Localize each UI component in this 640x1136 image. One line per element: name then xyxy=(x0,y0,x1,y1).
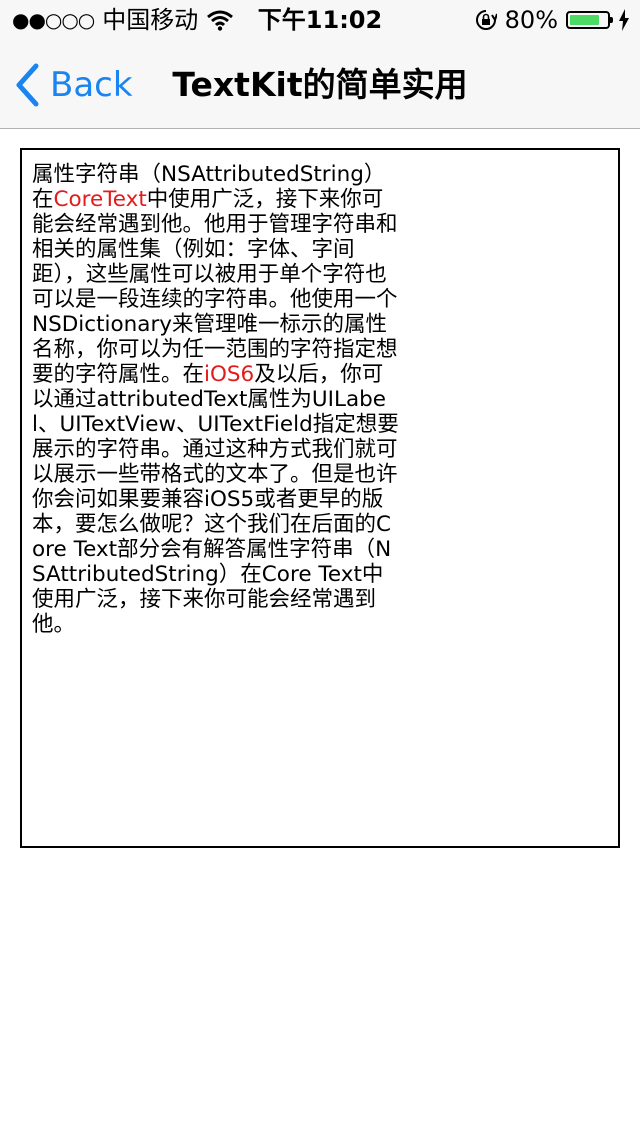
text-view[interactable]: 属性字符串（NSAttributedString）在CoreText中使用广泛，… xyxy=(20,148,620,848)
charging-bolt-icon xyxy=(619,9,629,31)
navigation-bar: ●●○○○ 中国移动 下午11:02 80% Back TextKit的简单实用 xyxy=(0,0,640,129)
highlighted-text: iOS6 xyxy=(204,362,255,387)
battery-icon xyxy=(566,11,613,29)
page-title: TextKit的简单实用 xyxy=(172,65,468,104)
highlighted-text: CoreText xyxy=(53,187,147,212)
body-text: 及以后，你可以通过attributedText属性为UILabel、UIText… xyxy=(32,362,399,637)
battery-percentage: 80% xyxy=(504,6,558,34)
rotation-lock-icon xyxy=(475,10,497,30)
text-view-content: 属性字符串（NSAttributedString）在CoreText中使用广泛，… xyxy=(32,162,400,637)
body-text: 中使用广泛，接下来你可能会经常遇到他。他用于管理字符串和相关的属性集（例如：字体… xyxy=(32,187,398,387)
battery-fill xyxy=(570,15,599,25)
status-bar: ●●○○○ 中国移动 下午11:02 80% xyxy=(0,0,640,40)
